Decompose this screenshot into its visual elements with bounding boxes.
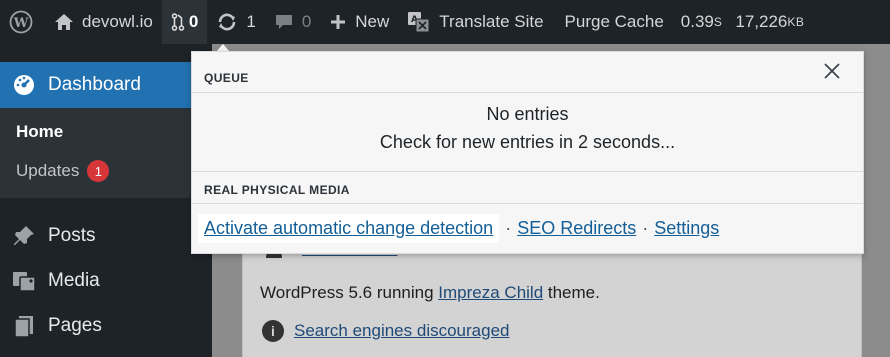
translate-icon: A [408,12,430,33]
git-branch-button[interactable]: 0 [161,0,208,44]
running-suffix: theme. [543,283,600,302]
purge-label: Purge Cache [564,12,664,31]
rpm-divider [192,203,863,204]
no-entries-text: No entries [486,104,569,124]
memory-unit: KB [787,15,805,29]
info-icon: i [262,320,284,342]
site-name: devowl.io [82,12,153,31]
wordpress-logo-icon: W [9,10,33,34]
admin-bar: W devowl.io 0 1 0 New A Translate Site P… [0,0,890,44]
pushpin-icon [14,226,34,245]
menu-item-posts[interactable]: Posts [12,224,96,248]
admin-sidebar: Dashboard Home Updates 1 Posts Media Pag… [0,44,212,357]
updates-badge: 1 [87,160,110,182]
theme-link[interactable]: Impreza Child [438,283,543,302]
translate-site-button[interactable]: A Translate Site [398,0,552,44]
seo-redirects-link[interactable]: SEO Redirects [517,218,636,239]
queue-heading: QUEUE [204,71,249,85]
updates-label: Updates [16,161,80,180]
comment-icon [275,15,292,29]
wordpress-version-text: WordPress 5.6 running Impreza Child them… [260,283,600,303]
time-unit: S [713,15,723,29]
submenu-item-updates[interactable]: Updates 1 [16,160,110,182]
section-divider [192,171,863,172]
dashboard-gauge-icon [14,75,34,95]
memory-stat[interactable]: 17,226 KB [731,0,813,44]
updates-count: 1 [246,12,256,31]
settings-link[interactable]: Settings [654,218,719,239]
updates-icon [219,13,236,31]
wordpress-logo-button[interactable]: W [0,0,42,44]
dashboard-submenu: Home Updates 1 [0,108,212,198]
menu-item-media[interactable]: Media [12,269,100,293]
media-label: Media [48,270,100,291]
updates-button[interactable]: 1 [207,0,264,44]
svg-text:W: W [13,16,29,31]
time-value: 0.39 [680,12,714,31]
media-icon [13,272,36,292]
queue-divider [192,92,863,93]
separator: · [505,218,512,238]
queue-popup: QUEUE No entries Check for new entries i… [191,51,864,254]
plus-icon [331,15,346,29]
menu-item-dashboard[interactable]: Dashboard [0,62,212,108]
check-entries-text: Check for new entries in 2 seconds... [379,132,676,152]
translate-label: Translate Site [439,12,544,31]
separator: · [642,218,649,238]
rpm-links: Activate automatic change detection · SE… [198,214,719,243]
site-name-link[interactable]: devowl.io [42,0,162,44]
search-engines-notice: i Search engines discouraged [262,320,509,342]
pages-icon [14,316,33,338]
close-icon[interactable] [822,61,842,81]
pages-label: Pages [48,315,102,336]
running-prefix: WordPress 5.6 running [260,283,439,302]
rpm-heading: REAL PHYSICAL MEDIA [204,183,350,197]
new-label: New [355,12,390,31]
search-engines-link[interactable]: Search engines discouraged [294,321,509,341]
home-icon [55,14,73,30]
branch-count: 0 [188,12,199,31]
posts-label: Posts [48,225,96,246]
new-content-button[interactable]: New [320,0,398,44]
query-time-stat[interactable]: 0.39 S [673,0,732,44]
activate-detection-link[interactable]: Activate automatic change detection [204,218,493,238]
memory-value: 17,226 [735,12,788,31]
purge-cache-button[interactable]: Purge Cache [553,0,673,44]
highlight-box: Activate automatic change detection [198,214,500,243]
menu-item-pages[interactable]: Pages [12,314,102,338]
comments-count: 0 [301,12,312,31]
comments-button[interactable]: 0 [265,0,320,44]
submenu-item-home[interactable]: Home [16,122,63,142]
git-branch-icon [171,13,185,31]
dashboard-label: Dashboard [48,74,141,95]
